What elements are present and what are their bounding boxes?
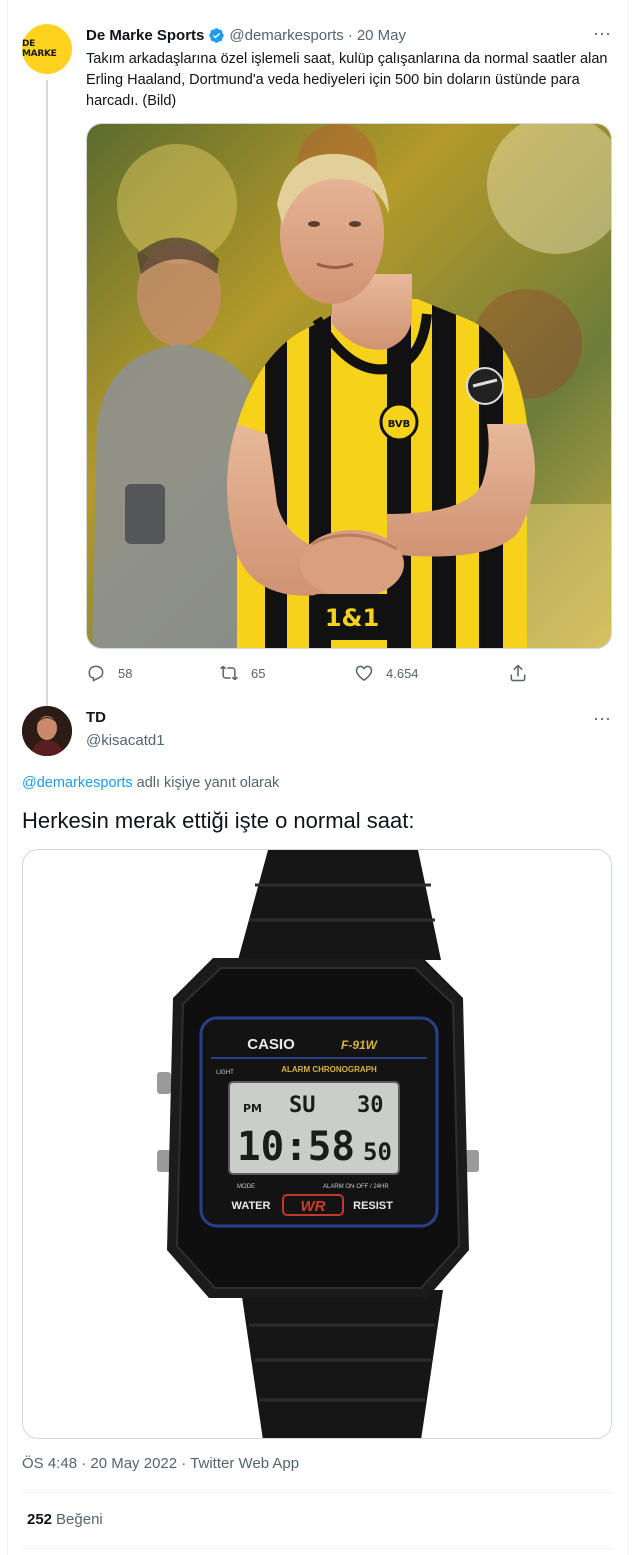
more-icon[interactable]: ··· xyxy=(592,709,612,732)
watch-pm-text: PM xyxy=(243,1102,262,1115)
watch-light-label: LIGHT xyxy=(216,1070,234,1076)
reply-icon xyxy=(88,665,104,682)
retweet-icon xyxy=(220,665,238,681)
watch-model-text: F-91W xyxy=(341,1038,379,1052)
avatar-logo-text: DE MARKE xyxy=(22,39,57,59)
watch-alarm-label: ALARM ON·OFF / 24HR xyxy=(323,1184,389,1190)
like-count: 4.654 xyxy=(386,665,419,681)
divider xyxy=(22,1492,612,1493)
reply-count: 58 xyxy=(118,665,133,681)
verified-icon xyxy=(209,27,225,43)
watch-resist-text: RESIST xyxy=(353,1200,393,1212)
watch-subtitle-text: ALARM CHRONOGRAPH xyxy=(281,1065,377,1074)
replying-suffix: adlı kişiye yanıt olarak xyxy=(132,775,280,791)
watch-date-text: 30 xyxy=(357,1093,384,1118)
likes-count: 252 xyxy=(27,1511,53,1528)
avatar-td-image xyxy=(22,706,72,756)
likes-summary[interactable]: 252 Beğeni xyxy=(27,1511,103,1528)
tweet2-photo[interactable]: CASIO F-91W LIGHT ALARM CHRONOGRAPH PM S… xyxy=(22,849,612,1439)
divider xyxy=(22,1548,612,1549)
tweet1-handle[interactable]: @demarkesports xyxy=(229,27,343,44)
watch-wr-text: WR xyxy=(301,1198,326,1215)
share-icon xyxy=(510,664,526,682)
tweet2-author-name[interactable]: TD xyxy=(86,709,106,726)
tweet1-header: De Marke Sports @demarkesports · 20 May xyxy=(86,25,406,45)
thread-connector-line xyxy=(46,80,48,706)
casio-watch-image: CASIO F-91W LIGHT ALARM CHRONOGRAPH PM S… xyxy=(157,850,479,1438)
watch-brand-text: CASIO xyxy=(247,1036,295,1053)
watch-time-text: 10:58 xyxy=(237,1124,355,1170)
tweet1-date[interactable]: 20 May xyxy=(357,27,406,44)
bvb-badge-text: BVB xyxy=(388,419,411,430)
watch-water-text: WATER xyxy=(232,1200,271,1212)
more-icon[interactable]: ··· xyxy=(592,24,612,47)
watch-day-text: SU xyxy=(289,1093,316,1118)
replying-mention-link[interactable]: @demarkesports xyxy=(22,775,133,791)
haaland-photo: BVB 1&1 xyxy=(87,124,611,648)
avatar-td[interactable] xyxy=(22,706,72,756)
retweet-button[interactable]: 65 xyxy=(219,660,265,686)
tweet1-text: Takım arkadaşlarına özel işlemeli saat, … xyxy=(86,51,608,109)
replying-to: @demarkesports adlı kişiye yanıt olarak xyxy=(22,775,279,791)
tweet2-text: Herkesin merak ettiği işte o normal saat… xyxy=(22,808,415,833)
retweet-count: 65 xyxy=(251,665,266,681)
avatar-de-marke[interactable]: DE MARKE xyxy=(22,24,72,74)
reply-button[interactable]: 58 xyxy=(86,660,132,686)
like-icon xyxy=(355,665,373,681)
watch-mode-label: MODE xyxy=(237,1184,255,1190)
share-button[interactable] xyxy=(508,660,540,686)
watch-seconds-text: 50 xyxy=(363,1138,392,1166)
jersey-sponsor-text: 1&1 xyxy=(325,604,379,632)
tweet2-handle[interactable]: @kisacatd1 xyxy=(86,732,165,749)
likes-label: Beğeni xyxy=(56,1511,103,1528)
like-button[interactable]: 4.654 xyxy=(354,660,419,686)
tweet1-photo[interactable]: BVB 1&1 xyxy=(86,123,612,649)
tweet2-timestamp[interactable]: ÖS 4:48 · 20 May 2022 · Twitter Web App xyxy=(22,1455,299,1472)
tweet1-author-name[interactable]: De Marke Sports xyxy=(86,27,204,44)
tweet1-actions: 58 65 4.654 xyxy=(86,660,536,686)
separator-dot: · xyxy=(347,26,353,44)
